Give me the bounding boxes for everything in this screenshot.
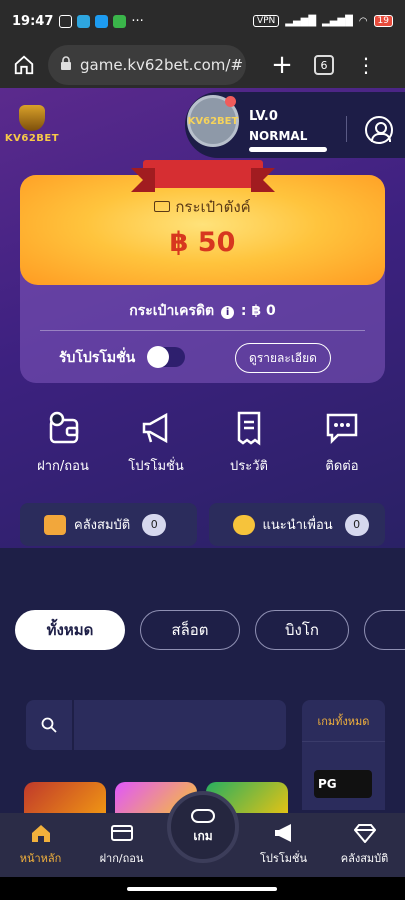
nav-label: หน้าหลัก <box>19 852 62 865</box>
lock-icon <box>60 56 72 74</box>
user-level: LV.0 <box>249 109 278 124</box>
nav-label: เกม <box>193 828 213 843</box>
action-label: ฝาก/ถอน <box>37 459 89 474</box>
wallet-balance: ฿ 50 <box>169 227 236 258</box>
category-more[interactable] <box>364 610 405 650</box>
toggle-knob <box>147 346 169 368</box>
gamepad-icon <box>191 808 215 823</box>
category-slot[interactable]: สล็อต <box>140 610 240 650</box>
home-indicator[interactable] <box>127 887 277 891</box>
nav-label: โปรโมชั่น <box>260 852 307 865</box>
pg-provider-logo[interactable]: PG <box>314 770 372 798</box>
nav-deposit[interactable]: ฝาก/ถอน <box>81 813 162 877</box>
view-details-button[interactable]: ดูรายละเอียด <box>235 343 331 373</box>
avatar-badge: KV62BET <box>187 115 239 127</box>
home-icon[interactable] <box>8 49 40 81</box>
action-contact[interactable]: ติดต่อ <box>299 410 385 476</box>
reward-chips: คลังสมบัติ 0 แนะนำเพื่อน 0 <box>20 503 385 546</box>
promotion-toggle[interactable] <box>147 346 185 368</box>
receipt-icon <box>237 411 261 446</box>
diamond-icon <box>353 824 376 843</box>
action-promotion[interactable]: โปรโมชั่น <box>113 410 199 476</box>
treasure-icon <box>44 514 66 535</box>
chip-label: แนะนำเพื่อน <box>262 518 333 533</box>
nav-promotion[interactable]: โปรโมชั่น <box>243 813 324 877</box>
treasure-chip[interactable]: คลังสมบัติ 0 <box>20 503 197 546</box>
twitter-icon <box>95 14 109 28</box>
action-deposit-withdraw[interactable]: ฝาก/ถอน <box>20 410 106 476</box>
megaphone-icon <box>142 412 168 444</box>
search-icon[interactable] <box>26 700 74 750</box>
pharaoh-logo-icon <box>19 105 45 131</box>
new-tab-button[interactable]: + <box>268 50 296 80</box>
system-navigation <box>0 877 405 900</box>
chip-count: 0 <box>344 513 369 536</box>
card-icon <box>110 825 133 841</box>
mute-icon <box>59 14 73 28</box>
megaphone-icon <box>274 824 291 842</box>
battery-icon: 19 <box>373 15 393 27</box>
home-icon <box>31 825 50 842</box>
url-text: game.kv62bet.com/# <box>80 56 244 74</box>
wallet-icon <box>49 411 79 444</box>
credit-value: : ฿ 0 <box>240 303 276 319</box>
info-icon[interactable]: i <box>221 306 235 319</box>
profile-icon[interactable] <box>365 116 393 144</box>
site-logo[interactable]: KV62BET <box>4 100 60 144</box>
vpn-badge: VPN <box>252 15 280 27</box>
notification-dot <box>225 96 236 107</box>
credit-label: กระเป๋าเครดิต <box>129 303 215 319</box>
signal-icon-2: ▂▄▆█ <box>322 15 353 27</box>
clock: 19:47 <box>12 13 54 29</box>
nav-label: ฝาก/ถอน <box>99 852 144 865</box>
nav-home[interactable]: หน้าหลัก <box>0 813 81 877</box>
status-bar: 19:47 ··· VPN ▂▄▆█ ▂▄▆█ ◠ 19 <box>0 0 405 42</box>
game-search <box>26 700 286 750</box>
wallet-title-text: กระเป๋าตังค์ <box>175 198 251 216</box>
address-bar[interactable]: game.kv62bet.com/# <box>48 45 246 85</box>
ribbon-decoration <box>131 160 275 192</box>
category-bingo[interactable]: บิงโก <box>255 610 349 650</box>
chip-label: คลังสมบัติ <box>74 518 131 533</box>
user-rank: NORMAL <box>249 129 308 143</box>
menu-icon[interactable]: ⋮ <box>356 53 376 77</box>
all-games-title: เกมทั้งหมด <box>302 700 385 742</box>
category-all[interactable]: ทั้งหมด <box>15 610 125 650</box>
cash-icon <box>154 201 171 212</box>
telegram-icon <box>77 14 91 28</box>
search-input[interactable] <box>74 700 286 750</box>
shield-icon <box>113 14 127 28</box>
notification-icons: ··· <box>59 13 144 29</box>
action-label: ติดต่อ <box>325 459 359 474</box>
level-progress-bar <box>249 147 327 152</box>
browser-toolbar: game.kv62bet.com/# + 6 ⋮ <box>0 42 405 88</box>
tab-switcher-button[interactable]: 6 <box>314 55 334 75</box>
action-history[interactable]: ประวัติ <box>206 410 292 476</box>
more-notifications-icon: ··· <box>131 13 144 29</box>
chat-icon <box>326 413 358 445</box>
logo-text: KV62BET <box>4 133 60 144</box>
nav-games-button[interactable]: เกม <box>167 791 239 863</box>
promotion-label: รับโปรโมชั่น <box>59 350 136 366</box>
action-label: โปรโมชั่น <box>128 459 184 474</box>
divider <box>346 116 347 142</box>
wallet-title: กระเป๋าตังค์ <box>0 195 405 219</box>
nav-treasure[interactable]: คลังสมบัติ <box>324 813 405 877</box>
chip-count: 0 <box>142 513 167 536</box>
referral-chip[interactable]: แนะนำเพื่อน 0 <box>208 503 385 546</box>
wifi-icon: ◠ <box>358 15 368 27</box>
credit-wallet: กระเป๋าเครดิต i : ฿ 0 <box>0 300 405 322</box>
nav-label: คลังสมบัติ <box>340 852 389 865</box>
quick-actions: ฝาก/ถอน โปรโมชั่น ประวัติ ติดต่อ <box>20 410 385 476</box>
signal-icon: ▂▄▆█ <box>285 15 317 27</box>
action-label: ประวัติ <box>230 459 268 474</box>
friends-icon <box>232 514 255 535</box>
divider <box>40 330 365 331</box>
